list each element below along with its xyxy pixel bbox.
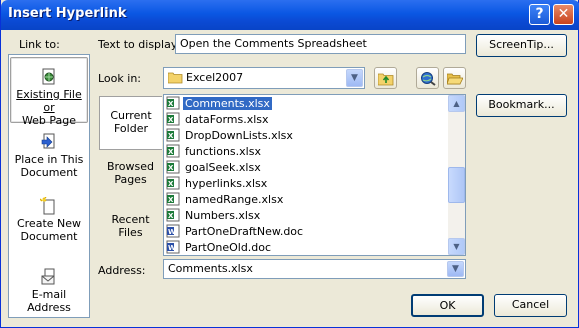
word-file-icon: W xyxy=(166,240,180,254)
look-in-label: Look in: xyxy=(98,72,141,85)
globe-search-icon xyxy=(421,72,436,86)
address-label: Address: xyxy=(98,264,146,277)
bookmark-button[interactable]: Bookmark... xyxy=(476,94,567,117)
globe-document-icon xyxy=(42,68,55,85)
tab-recent-files-label-2: Files xyxy=(118,226,143,239)
excel-file-icon: X xyxy=(166,112,180,126)
browse-web-button[interactable] xyxy=(416,67,439,89)
cancel-button[interactable]: Cancel xyxy=(494,294,567,317)
tab-browsed-pages-label-1: Browsed xyxy=(106,160,155,173)
file-list-item[interactable]: X Comments.xlsx xyxy=(166,96,448,112)
word-file-icon: W xyxy=(166,224,180,238)
link-place-label-2: Document xyxy=(20,166,78,179)
file-name: functions.xlsx xyxy=(185,145,261,158)
file-list-item[interactable]: XgoalSeek.xlsx xyxy=(166,160,448,176)
excel-file-icon: X xyxy=(166,96,180,110)
text-to-display-label: Text to display: xyxy=(98,38,181,51)
file-name: PartOneDraftNew.doc xyxy=(185,225,304,238)
up-one-folder-button[interactable] xyxy=(374,67,397,89)
file-list-item[interactable]: XnamedRange.xlsx xyxy=(166,192,448,208)
file-name: goalSeek.xlsx xyxy=(185,161,261,174)
text-to-display-input[interactable]: Open the Comments Spreadsheet xyxy=(175,34,466,54)
scroll-down-button[interactable]: ▼ xyxy=(448,238,465,255)
close-button[interactable]: ✕ xyxy=(553,4,574,25)
svg-text:X: X xyxy=(168,148,174,156)
address-dropdown-arrow[interactable]: ▼ xyxy=(447,261,464,277)
scroll-thumb[interactable] xyxy=(448,167,465,203)
file-list-item[interactable]: W PartOneDraftNew.doc xyxy=(166,224,448,240)
file-name: Comments.xlsx xyxy=(183,97,272,110)
link-place-in-document[interactable]: Place in This Document xyxy=(10,133,88,183)
file-name: dataForms.xlsx xyxy=(185,113,269,126)
look-in-dropdown-arrow[interactable]: ▼ xyxy=(346,69,363,87)
help-button[interactable]: ? xyxy=(529,4,550,25)
link-email-address[interactable]: E-mail Address xyxy=(10,268,88,314)
link-create-label-1: Create New xyxy=(16,217,82,230)
title-bar[interactable]: Insert Hyperlink ? ✕ xyxy=(1,0,579,30)
open-folder-icon xyxy=(447,73,463,85)
folder-icon xyxy=(168,72,183,84)
file-name: PartOneOld.doc xyxy=(185,241,272,254)
svg-text:W: W xyxy=(168,244,176,252)
tab-recent-files-label-1: Recent xyxy=(111,213,150,226)
link-create-new-document[interactable]: Create New Document xyxy=(10,197,88,247)
file-list[interactable]: X Comments.xlsx XdataForms.xlsx X DropDownLi… xyxy=(163,94,466,256)
browse-file-button[interactable] xyxy=(443,67,466,89)
svg-text:X: X xyxy=(168,100,174,108)
link-create-label-2: Document xyxy=(20,230,78,243)
link-existing-label-1: Existing File or xyxy=(16,88,82,114)
file-list-item[interactable]: W PartOneOld.doc xyxy=(166,240,448,255)
tab-browsed-pages-label-2: Pages xyxy=(114,173,147,186)
look-in-combo[interactable]: Excel2007 ▼ xyxy=(163,67,365,89)
excel-file-icon: X xyxy=(166,176,180,190)
address-value: Comments.xlsx xyxy=(168,262,253,275)
excel-file-icon: X xyxy=(166,192,180,206)
ok-button[interactable]: OK xyxy=(411,294,484,317)
tab-current-folder[interactable]: Current Folder xyxy=(99,96,162,150)
file-name: hyperlinks.xlsx xyxy=(185,177,268,190)
excel-file-icon: X xyxy=(166,160,180,174)
file-name: Numbers.xlsx xyxy=(185,209,261,222)
link-existing-label-2: Web Page xyxy=(21,114,77,127)
address-combo[interactable]: Comments.xlsx ▼ xyxy=(163,259,466,279)
excel-file-icon: X xyxy=(166,144,180,158)
file-list-item[interactable]: X Numbers.xlsx xyxy=(166,208,448,224)
tab-recent-files[interactable]: Recent Files xyxy=(99,213,162,243)
screentip-button[interactable]: ScreenTip... xyxy=(476,34,567,57)
file-source-tabs: Current Folder Browsed Pages Recent File… xyxy=(99,94,163,256)
insert-hyperlink-dialog: Insert Hyperlink ? ✕ Link to: Existing F… xyxy=(0,0,579,328)
file-list-item[interactable]: XdataForms.xlsx xyxy=(166,112,448,128)
document-place-icon xyxy=(41,133,55,149)
up-folder-icon xyxy=(378,73,394,86)
tab-current-folder-label-2: Folder xyxy=(114,122,148,135)
file-list-item[interactable]: Xhyperlinks.xlsx xyxy=(166,176,448,192)
file-name: namedRange.xlsx xyxy=(185,193,284,206)
file-list-scrollbar[interactable]: ▲ ▼ xyxy=(448,95,465,255)
link-existing-file[interactable]: Existing File or Web Page xyxy=(10,57,88,127)
link-to-bar: Existing File or Web Page Place in This … xyxy=(8,54,90,318)
file-name: DropDownLists.xlsx xyxy=(185,129,293,142)
dialog-title: Insert Hyperlink xyxy=(8,6,127,21)
svg-text:X: X xyxy=(168,132,174,140)
svg-text:X: X xyxy=(168,116,174,124)
link-place-label-1: Place in This xyxy=(14,153,84,166)
excel-file-icon: X xyxy=(166,208,180,222)
svg-text:X: X xyxy=(168,180,174,188)
tab-current-folder-label-1: Current xyxy=(110,109,152,122)
excel-file-icon: X xyxy=(166,128,180,142)
link-email-label: E-mail Address xyxy=(27,288,71,314)
tab-browsed-pages[interactable]: Browsed Pages xyxy=(99,160,162,190)
new-document-icon xyxy=(40,197,55,215)
svg-text:X: X xyxy=(168,164,174,172)
file-list-item[interactable]: Xfunctions.xlsx xyxy=(166,144,448,160)
scroll-up-button[interactable]: ▲ xyxy=(448,95,465,112)
file-list-item[interactable]: X DropDownLists.xlsx xyxy=(166,128,448,144)
link-to-label: Link to: xyxy=(19,38,60,51)
svg-text:W: W xyxy=(168,228,176,236)
envelope-icon xyxy=(41,268,55,285)
look-in-value: Excel2007 xyxy=(186,71,244,84)
svg-text:X: X xyxy=(168,212,174,220)
svg-text:X: X xyxy=(168,196,174,204)
